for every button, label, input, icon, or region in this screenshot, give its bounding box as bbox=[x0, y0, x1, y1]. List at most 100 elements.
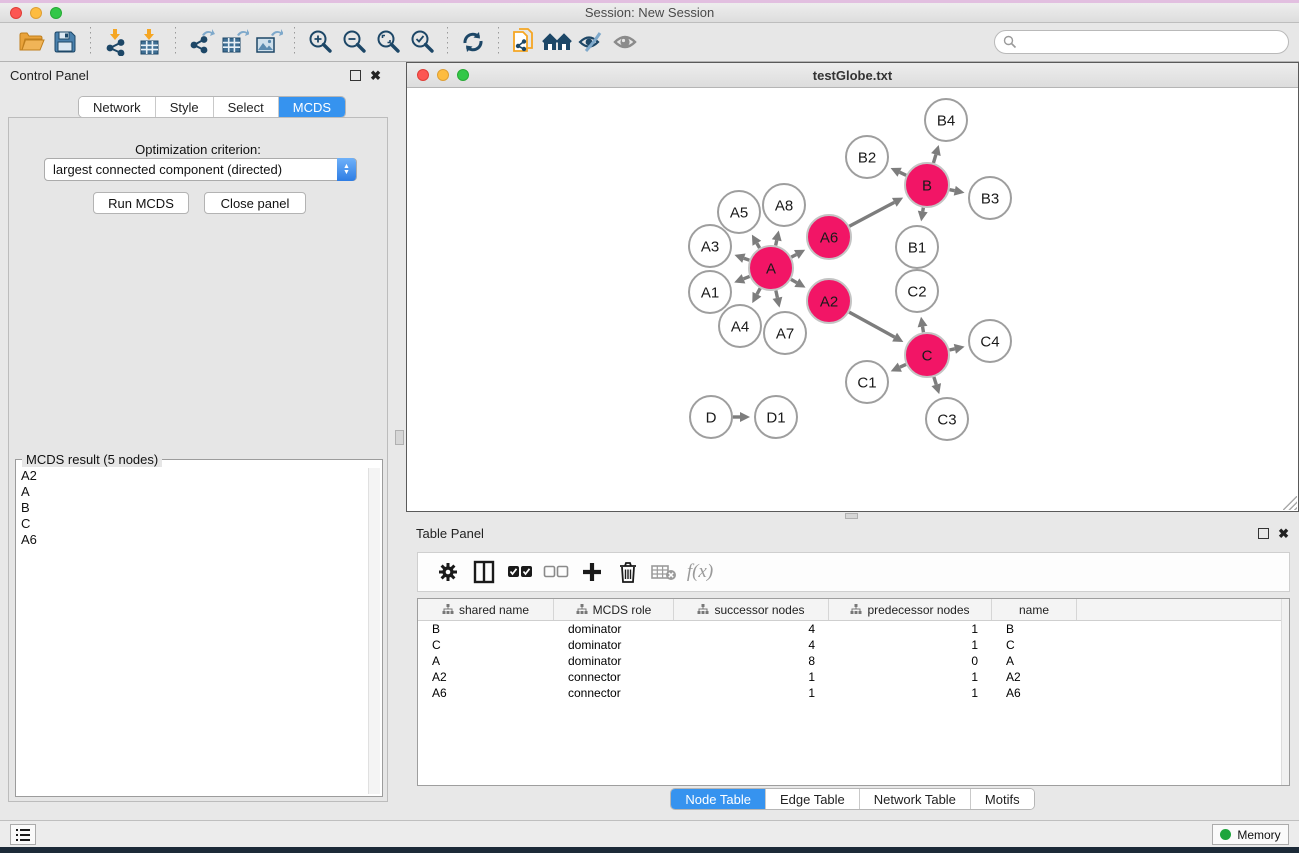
open-file-icon[interactable] bbox=[14, 27, 48, 57]
float-panel-icon[interactable] bbox=[350, 70, 361, 81]
table-row[interactable]: A6 connector 1 1 A6 bbox=[418, 685, 1289, 701]
graph-edge[interactable] bbox=[757, 288, 760, 294]
graph-edge[interactable] bbox=[923, 208, 924, 212]
splitter-handle[interactable] bbox=[845, 513, 858, 519]
close-window-button[interactable] bbox=[10, 7, 22, 19]
run-mcds-button[interactable]: Run MCDS bbox=[93, 192, 189, 214]
graph-edge[interactable] bbox=[949, 349, 954, 350]
graph-edge[interactable] bbox=[934, 377, 936, 385]
network-canvas[interactable]: B4B2BB3A8A5A6A3B1AA1C2A2A4A7C4CC1C3DD1 bbox=[407, 88, 1298, 511]
close-panel-button[interactable]: Close panel bbox=[204, 192, 306, 214]
graph-node-A5[interactable]: A5 bbox=[718, 191, 760, 233]
graph-edge[interactable] bbox=[776, 240, 777, 245]
graph-edge[interactable] bbox=[933, 155, 935, 163]
mcds-result-scrollbar[interactable] bbox=[368, 468, 380, 794]
search-input[interactable] bbox=[1017, 35, 1288, 49]
graph-node-D1[interactable]: D1 bbox=[755, 396, 797, 438]
delete-column-icon[interactable] bbox=[610, 555, 646, 589]
import-table-icon[interactable] bbox=[133, 27, 167, 57]
toolbar-search[interactable] bbox=[994, 30, 1289, 54]
task-history-button[interactable] bbox=[10, 824, 36, 845]
graph-node-A1[interactable]: A1 bbox=[689, 271, 731, 313]
graph-node-A6[interactable]: A6 bbox=[807, 215, 851, 259]
mcds-result-item[interactable]: A bbox=[18, 484, 366, 500]
graph-node-C2[interactable]: C2 bbox=[896, 270, 938, 312]
graph-node-A3[interactable]: A3 bbox=[689, 225, 731, 267]
mcds-result-item[interactable]: C bbox=[18, 516, 366, 532]
new-network-icon[interactable] bbox=[507, 27, 541, 57]
graph-edge[interactable] bbox=[900, 172, 907, 175]
mcds-result-item[interactable]: A2 bbox=[18, 468, 366, 484]
close-panel-icon[interactable]: ✖ bbox=[370, 70, 381, 81]
graph-node-D[interactable]: D bbox=[690, 396, 732, 438]
graph-node-C3[interactable]: C3 bbox=[926, 398, 968, 440]
column-header-predecessor-nodes[interactable]: predecessor nodes bbox=[829, 599, 992, 620]
graph-node-B[interactable]: B bbox=[905, 163, 949, 207]
column-header-name[interactable]: name bbox=[992, 599, 1077, 620]
graph-node-B3[interactable]: B3 bbox=[969, 177, 1011, 219]
table-scrollbar[interactable] bbox=[1281, 599, 1289, 785]
mcds-result-item[interactable]: A6 bbox=[18, 532, 366, 548]
graph-edge[interactable] bbox=[791, 279, 797, 282]
graph-edge[interactable] bbox=[900, 364, 906, 367]
select-all-icon[interactable] bbox=[502, 555, 538, 589]
graph-edge[interactable] bbox=[791, 254, 796, 257]
network-window-titlebar[interactable]: testGlobe.txt bbox=[407, 63, 1298, 88]
zoom-in-icon[interactable] bbox=[303, 27, 337, 57]
graph-edge[interactable] bbox=[744, 258, 749, 260]
tab-mcds[interactable]: MCDS bbox=[279, 97, 345, 117]
show-all-icon[interactable] bbox=[541, 27, 575, 57]
float-table-panel-icon[interactable] bbox=[1258, 528, 1269, 539]
mcds-result-list[interactable]: A2 A B C A6 bbox=[18, 468, 366, 794]
tab-style[interactable]: Style bbox=[156, 97, 214, 117]
graph-edge[interactable] bbox=[923, 327, 924, 333]
optimization-criterion-select[interactable]: largest connected component (directed) ▲… bbox=[44, 158, 357, 181]
graph-edge[interactable] bbox=[849, 202, 894, 226]
table-options-icon[interactable] bbox=[430, 555, 466, 589]
deselect-all-icon[interactable] bbox=[538, 555, 574, 589]
zoom-network-window-button[interactable] bbox=[457, 69, 469, 81]
minimize-network-window-button[interactable] bbox=[437, 69, 449, 81]
table-row[interactable]: C dominator 4 1 C bbox=[418, 637, 1289, 653]
import-network-icon[interactable] bbox=[99, 27, 133, 57]
zoom-out-icon[interactable] bbox=[337, 27, 371, 57]
tab-node-table[interactable]: Node Table bbox=[671, 789, 766, 809]
graph-node-A2[interactable]: A2 bbox=[807, 279, 851, 323]
zoom-window-button[interactable] bbox=[50, 7, 62, 19]
hide-selected-icon[interactable] bbox=[575, 27, 609, 57]
column-header-successor-nodes[interactable]: successor nodes bbox=[674, 599, 829, 620]
add-column-icon[interactable] bbox=[574, 555, 610, 589]
resize-grip-icon[interactable] bbox=[1283, 496, 1297, 510]
graph-node-B2[interactable]: B2 bbox=[846, 136, 888, 178]
close-network-window-button[interactable] bbox=[417, 69, 429, 81]
column-visibility-icon[interactable] bbox=[466, 555, 502, 589]
graph-node-B4[interactable]: B4 bbox=[925, 99, 967, 141]
column-header-mcds-role[interactable]: MCDS role bbox=[554, 599, 674, 620]
export-network-icon[interactable] bbox=[184, 27, 218, 57]
minimize-window-button[interactable] bbox=[30, 7, 42, 19]
mcds-result-item[interactable]: B bbox=[18, 500, 366, 516]
graph-node-C1[interactable]: C1 bbox=[846, 361, 888, 403]
zoom-selected-icon[interactable] bbox=[405, 27, 439, 57]
show-selected-icon[interactable] bbox=[609, 27, 643, 57]
graph-node-A[interactable]: A bbox=[749, 246, 793, 290]
function-builder-icon[interactable]: f(x) bbox=[682, 555, 718, 589]
save-session-icon[interactable] bbox=[48, 27, 82, 57]
graph-node-C4[interactable]: C4 bbox=[969, 320, 1011, 362]
graph-edge[interactable] bbox=[950, 190, 955, 191]
graph-edge[interactable] bbox=[744, 276, 750, 278]
delete-table-icon[interactable] bbox=[646, 555, 682, 589]
tab-network[interactable]: Network bbox=[79, 97, 156, 117]
table-row[interactable]: A2 connector 1 1 A2 bbox=[418, 669, 1289, 685]
graph-edge[interactable] bbox=[849, 312, 894, 337]
tab-select[interactable]: Select bbox=[214, 97, 279, 117]
graph-edge[interactable] bbox=[776, 290, 778, 297]
tab-motifs[interactable]: Motifs bbox=[971, 789, 1034, 809]
memory-button[interactable]: Memory bbox=[1212, 824, 1289, 845]
column-header-shared-name[interactable]: shared name bbox=[418, 599, 554, 620]
export-table-icon[interactable] bbox=[218, 27, 252, 57]
graph-node-A8[interactable]: A8 bbox=[763, 184, 805, 226]
graph-node-A7[interactable]: A7 bbox=[764, 312, 806, 354]
graph-edge[interactable] bbox=[757, 243, 760, 248]
zoom-fit-icon[interactable] bbox=[371, 27, 405, 57]
